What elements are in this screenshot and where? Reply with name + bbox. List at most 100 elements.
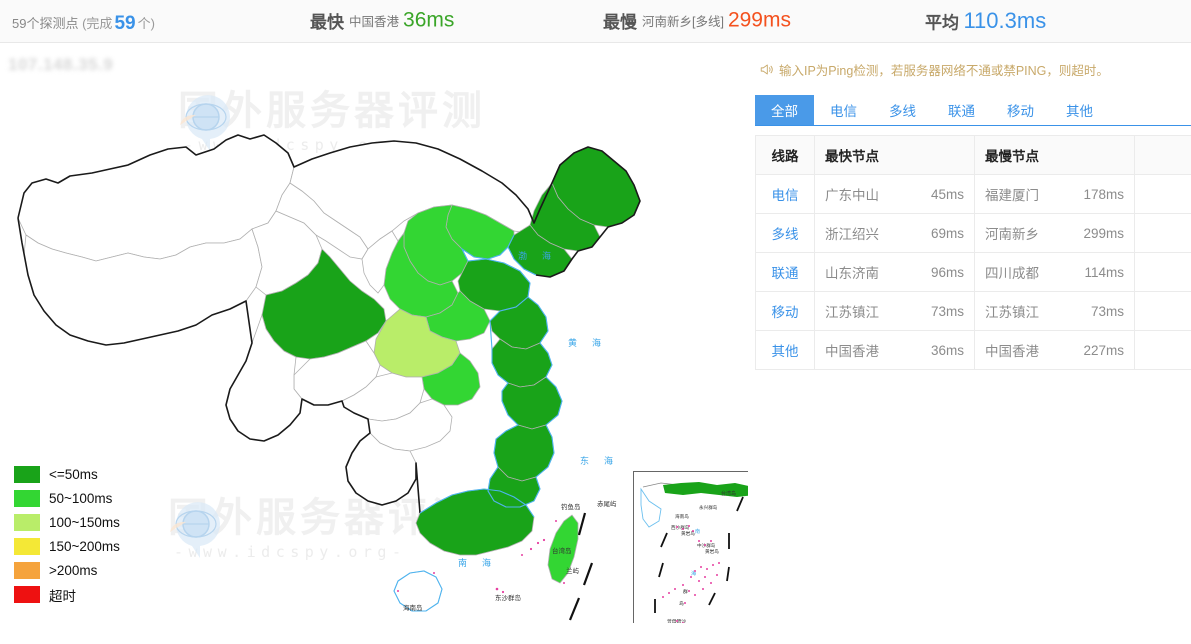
ping-hint: 输入IP为Ping检测，若服务器网络不通或禁PING，则超时。 bbox=[760, 60, 1109, 79]
tab-other[interactable]: 其他 bbox=[1050, 95, 1109, 125]
legend-swatch-5 bbox=[14, 586, 40, 603]
cell-slowest-node: 福建厦门 178ms bbox=[974, 174, 1135, 214]
probe-count-text: 59个探测点 (完成 59 个) bbox=[12, 13, 155, 35]
cell-isp[interactable]: 电信 bbox=[755, 174, 815, 214]
ping-legend: <=50ms 50~100ms 100~150ms 150~200ms >200… bbox=[14, 463, 120, 607]
svg-text:台湾岛: 台湾岛 bbox=[721, 490, 736, 497]
isp-tabs[interactable]: 全部 电信 多线 联通 移动 其他 bbox=[755, 95, 1191, 126]
legend-swatch-4 bbox=[14, 562, 40, 579]
probe-count: 59 bbox=[114, 13, 136, 34]
summary-bar: 59个探测点 (完成 59 个) 最快 中国香港 36ms 最慢 河南新乡[多线] 299m… bbox=[0, 0, 1191, 43]
legend-label-5: 超时 bbox=[49, 588, 76, 604]
slowest-label: 最慢 bbox=[603, 13, 637, 32]
results-panel: 输入IP为Ping检测，若服务器网络不通或禁PING，则超时。 全部 电信 多线… bbox=[748, 43, 1191, 623]
cell-slowest-node: 四川成都 114ms bbox=[974, 252, 1135, 292]
ping-results-table: 线路 最快节点 最慢节点 平均响应 电信广东中山 45ms 福建厦门 178ms 77.… bbox=[755, 135, 1191, 370]
table-row: 移动江苏镇江73ms江苏镇江73ms73ms bbox=[755, 291, 1191, 331]
fastest-node: 中国香港 bbox=[349, 15, 400, 29]
svg-text:海南岛: 海南岛 bbox=[675, 513, 689, 520]
cell-isp[interactable]: 移动 bbox=[755, 291, 815, 331]
table-row: 多线浙江绍兴 69ms 河南新乡 299ms 119.6ms bbox=[755, 213, 1191, 253]
china-map-panel: 107.148.35.9 国外服务器评测 -www.idcspy.org- 国外… bbox=[0, 43, 748, 623]
slowest-node-name: 四川成都 bbox=[985, 266, 1039, 281]
slowest-node-ms: 114ms bbox=[1084, 264, 1124, 280]
svg-text:西沙群岛: 西沙群岛 bbox=[671, 524, 690, 531]
south-china-sea-inset: 台湾岛 永兴群岛 海南岛 西沙群岛 黄岩岛 南 中沙群岛 黄岩岛 海 群 岛 曾… bbox=[633, 471, 748, 623]
tab-multiline[interactable]: 多线 bbox=[873, 95, 932, 125]
megaphone-icon bbox=[760, 64, 773, 75]
cell-average: 130.1ms bbox=[1134, 330, 1191, 370]
legend-swatch-0 bbox=[14, 466, 40, 483]
slowest-node: 河南新乡[多线] bbox=[642, 15, 724, 29]
cell-slowest-node: 中国香港 227ms bbox=[974, 330, 1135, 370]
probe-prefix: 59个探测点 bbox=[12, 16, 79, 31]
slowest-node-name: 河南新乡 bbox=[985, 227, 1039, 242]
svg-text:岛: 岛 bbox=[679, 600, 684, 607]
tab-mobile[interactable]: 移动 bbox=[991, 95, 1050, 125]
cell-fastest-node: 广东中山 45ms bbox=[814, 174, 975, 214]
fastest-node-ms: 36ms bbox=[930, 342, 964, 358]
fastest-node-ms: 73ms bbox=[930, 303, 964, 319]
table-body: 电信广东中山 45ms 福建厦门 178ms 77.9ms 多线浙江绍兴 69ms 河南新乡 2… bbox=[755, 174, 1191, 370]
cell-fastest-node: 山东济南 96ms bbox=[814, 252, 975, 292]
legend-item: <=50ms bbox=[14, 463, 120, 486]
island-label-chiwei: 赤尾屿 bbox=[597, 499, 617, 508]
fastest-node-name: 广东中山 bbox=[825, 188, 879, 203]
legend-label-4: >200ms bbox=[49, 563, 98, 578]
svg-text:黄岩岛: 黄岩岛 bbox=[705, 548, 719, 555]
cell-slowest-node: 河南新乡 299ms bbox=[974, 213, 1135, 253]
sea-label-nanhai: 南 海 bbox=[458, 557, 494, 569]
cell-average: 77.9ms bbox=[1134, 174, 1191, 214]
fastest-node-name: 山东济南 bbox=[825, 266, 879, 281]
fastest-value: 36ms bbox=[403, 8, 455, 32]
sea-label-donghai: 东 海 bbox=[580, 455, 616, 467]
cell-fastest-node: 江苏镇江 73ms bbox=[814, 291, 975, 331]
fastest-node-ms: 96ms bbox=[930, 264, 964, 280]
island-label-hainan: 海南岛 bbox=[403, 603, 423, 612]
table-row: 电信广东中山 45ms 福建厦门 178ms 77.9ms bbox=[755, 174, 1191, 214]
island-label-lanyu: 兰屿 bbox=[566, 566, 580, 575]
tab-unicom[interactable]: 联通 bbox=[932, 95, 991, 125]
slowest-node-ms: 73ms bbox=[1090, 303, 1124, 319]
cell-isp[interactable]: 多线 bbox=[755, 213, 815, 253]
legend-label-1: 50~100ms bbox=[49, 491, 113, 506]
legend-swatch-2 bbox=[14, 514, 40, 531]
tab-telecom[interactable]: 电信 bbox=[814, 95, 873, 125]
th-slow-node: 最慢节点 bbox=[974, 135, 1135, 175]
cell-average: 119.6ms bbox=[1134, 213, 1191, 253]
fastest-node-ms: 45ms bbox=[930, 186, 964, 202]
average-label: 平均 bbox=[925, 13, 959, 33]
fastest-label: 最快 bbox=[310, 13, 344, 32]
island-label-dongsha: 东沙群岛 bbox=[495, 593, 521, 602]
island-label-diaoyu: 钓鱼岛 bbox=[561, 502, 581, 511]
legend-swatch-3 bbox=[14, 538, 40, 555]
svg-text:永兴群岛: 永兴群岛 bbox=[699, 504, 718, 511]
slowest-node-name: 福建厦门 bbox=[985, 188, 1039, 203]
summary-fastest: 最快 中国香港 36ms bbox=[310, 8, 454, 33]
cell-isp[interactable]: 其他 bbox=[755, 330, 815, 370]
legend-label-2: 100~150ms bbox=[49, 515, 120, 530]
legend-item: 50~100ms bbox=[14, 487, 120, 510]
average-value: 110.3ms bbox=[963, 8, 1047, 33]
cell-average: 101.5ms bbox=[1134, 252, 1191, 292]
table-row: 其他 中国香港 36ms 中国香港227ms130.1ms bbox=[755, 330, 1191, 370]
sea-label-huanghai: 黄 海 bbox=[568, 337, 604, 349]
fastest-node-ms: 69ms bbox=[930, 225, 964, 241]
th-line: 线路 bbox=[755, 135, 815, 175]
ping-hint-text: 输入IP为Ping检测，若服务器网络不通或禁PING，则超时。 bbox=[779, 64, 1109, 78]
tab-all[interactable]: 全部 bbox=[755, 95, 814, 125]
slowest-value: 299ms bbox=[727, 8, 791, 32]
summary-average: 平均 110.3ms bbox=[925, 8, 1046, 34]
slowest-node-ms: 299ms bbox=[1083, 225, 1124, 241]
table-header-row: 线路 最快节点 最慢节点 平均响应 bbox=[755, 135, 1191, 175]
slowest-node-name: 中国香港 bbox=[985, 344, 1039, 359]
sea-label-bohai: 渤 海 bbox=[518, 250, 554, 262]
probe-close: 个) bbox=[137, 16, 155, 31]
th-avg: 平均响应 bbox=[1134, 135, 1191, 175]
legend-item: 100~150ms bbox=[14, 511, 120, 534]
legend-item: >200ms bbox=[14, 559, 120, 582]
table-row: 联通山东济南 96ms 四川成都 114ms 101.5ms bbox=[755, 252, 1191, 292]
svg-text:中沙群岛: 中沙群岛 bbox=[697, 542, 716, 549]
cell-isp[interactable]: 联通 bbox=[755, 252, 815, 292]
legend-item: 150~200ms bbox=[14, 535, 120, 558]
